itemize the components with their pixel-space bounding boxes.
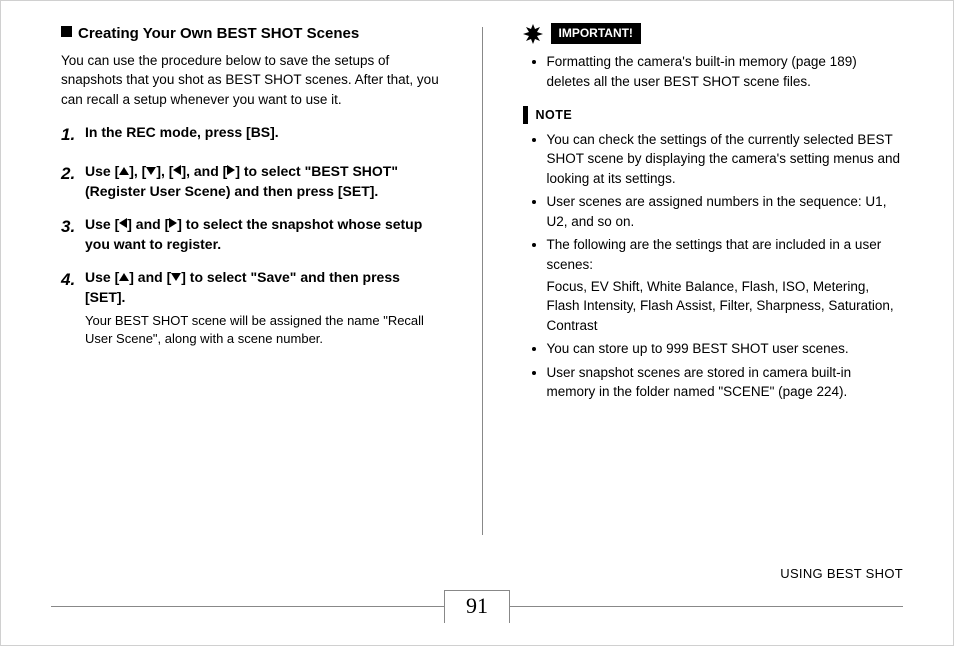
step-3: 3. Use [] and [] to select the snapshot …: [61, 215, 442, 254]
list-item: You can store up to 999 BEST SHOT user s…: [547, 339, 904, 359]
step-number: 1.: [61, 123, 85, 148]
up-arrow-icon: [119, 273, 129, 281]
up-arrow-icon: [119, 167, 129, 175]
important-label: IMPORTANT!: [551, 23, 641, 44]
chapter-label: USING BEST SHOT: [780, 566, 903, 581]
down-arrow-icon: [146, 167, 156, 175]
column-divider: [482, 27, 483, 535]
step-text: Use [] and [] to select "Save" and then …: [85, 268, 442, 307]
down-arrow-icon: [171, 273, 181, 281]
list-item: The following are the settings that are …: [547, 235, 904, 335]
step-text: In the REC mode, press [BS].: [85, 123, 442, 143]
note-label: NOTE: [536, 106, 573, 124]
note-list: You can check the settings of the curren…: [523, 130, 904, 402]
page-number: 91: [444, 590, 510, 623]
footer-line: [510, 606, 903, 607]
note-header: NOTE: [523, 106, 904, 124]
intro-paragraph: You can use the procedure below to save …: [61, 51, 442, 110]
page-footer: 91 USING BEST SHOT: [51, 590, 903, 623]
list-item: User snapshot scenes are stored in camer…: [547, 363, 904, 402]
left-column: Creating Your Own BEST SHOT Scenes You c…: [61, 23, 442, 553]
step-2: 2. Use [], [], [], and [] to select "BES…: [61, 162, 442, 201]
step-text: Use [] and [] to select the snapshot who…: [85, 215, 442, 254]
heading-text: Creating Your Own BEST SHOT Scenes: [78, 25, 359, 42]
step-number: 4.: [61, 268, 85, 348]
note-bar-icon: [523, 106, 528, 124]
step-4: 4. Use [] and [] to select "Save" and th…: [61, 268, 442, 348]
right-column: IMPORTANT! Formatting the camera's built…: [523, 23, 904, 553]
step-1: 1. In the REC mode, press [BS].: [61, 123, 442, 148]
square-bullet-icon: [61, 26, 72, 37]
step-number: 3.: [61, 215, 85, 254]
step-text: Use [], [], [], and [] to select "BEST S…: [85, 162, 442, 201]
step-subtext: Your BEST SHOT scene will be assigned th…: [85, 312, 442, 348]
important-list: Formatting the camera's built-in memory …: [523, 52, 904, 91]
step-number: 2.: [61, 162, 85, 201]
section-heading: Creating Your Own BEST SHOT Scenes: [61, 23, 442, 45]
list-item: User scenes are assigned numbers in the …: [547, 192, 904, 231]
list-item: Formatting the camera's built-in memory …: [547, 52, 904, 91]
burst-icon: [523, 24, 543, 44]
list-item: You can check the settings of the curren…: [547, 130, 904, 189]
important-header: IMPORTANT!: [523, 23, 904, 44]
footer-line: [51, 606, 444, 607]
